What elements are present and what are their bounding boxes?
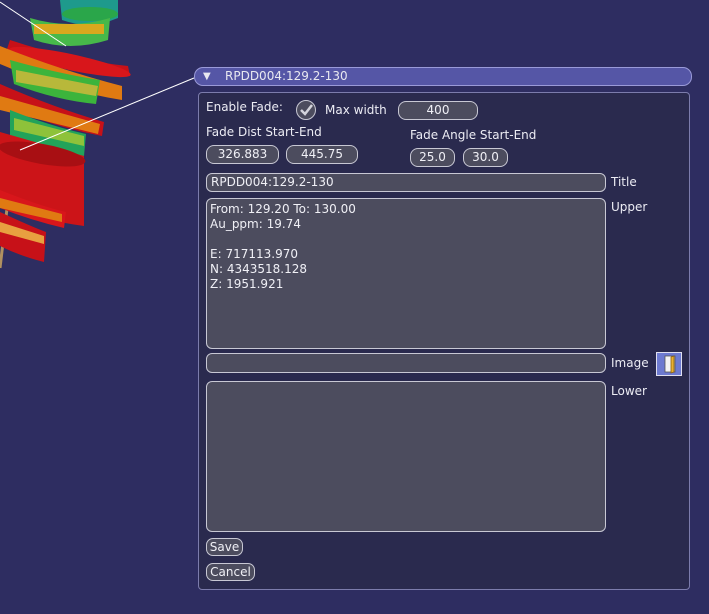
title-input[interactable]: RPDD004:129.2-130	[206, 173, 606, 192]
fade-angle-label: Fade Angle Start-End	[410, 128, 537, 142]
max-width-label: Max width	[325, 103, 387, 117]
fade-dist-end-input[interactable]: 445.75	[286, 145, 358, 164]
lower-label: Lower	[611, 384, 647, 398]
title-label: Title	[611, 175, 637, 189]
save-button[interactable]: Save	[206, 538, 243, 556]
image-browse-button[interactable]	[656, 352, 682, 376]
upper-label: Upper	[611, 200, 648, 214]
annotation-header[interactable]: ▼ RPDD004:129.2-130	[194, 67, 692, 86]
upper-textarea[interactable]: From: 129.20 To: 130.00 Au_ppm: 19.74 E:…	[206, 198, 606, 349]
image-label: Image	[611, 356, 649, 370]
image-input[interactable]	[206, 353, 606, 373]
fade-dist-start-input[interactable]: 326.883	[206, 145, 279, 164]
annotation-title: RPDD004:129.2-130	[225, 69, 348, 83]
max-width-input[interactable]: 400	[398, 101, 478, 120]
fade-angle-end-input[interactable]: 30.0	[463, 148, 508, 167]
triangle-down-icon[interactable]: ▼	[203, 68, 211, 85]
drillhole-3d-model[interactable]	[0, 0, 132, 269]
fade-dist-label: Fade Dist Start-End	[206, 125, 322, 139]
cancel-button[interactable]: Cancel	[206, 563, 255, 581]
fade-angle-start-input[interactable]: 25.0	[410, 148, 455, 167]
lower-textarea[interactable]	[206, 381, 606, 532]
enable-fade-label: Enable Fade:	[206, 100, 283, 114]
folder-open-icon	[664, 355, 676, 374]
checkmark-icon	[300, 104, 313, 116]
enable-fade-checkbox[interactable]	[296, 100, 316, 120]
